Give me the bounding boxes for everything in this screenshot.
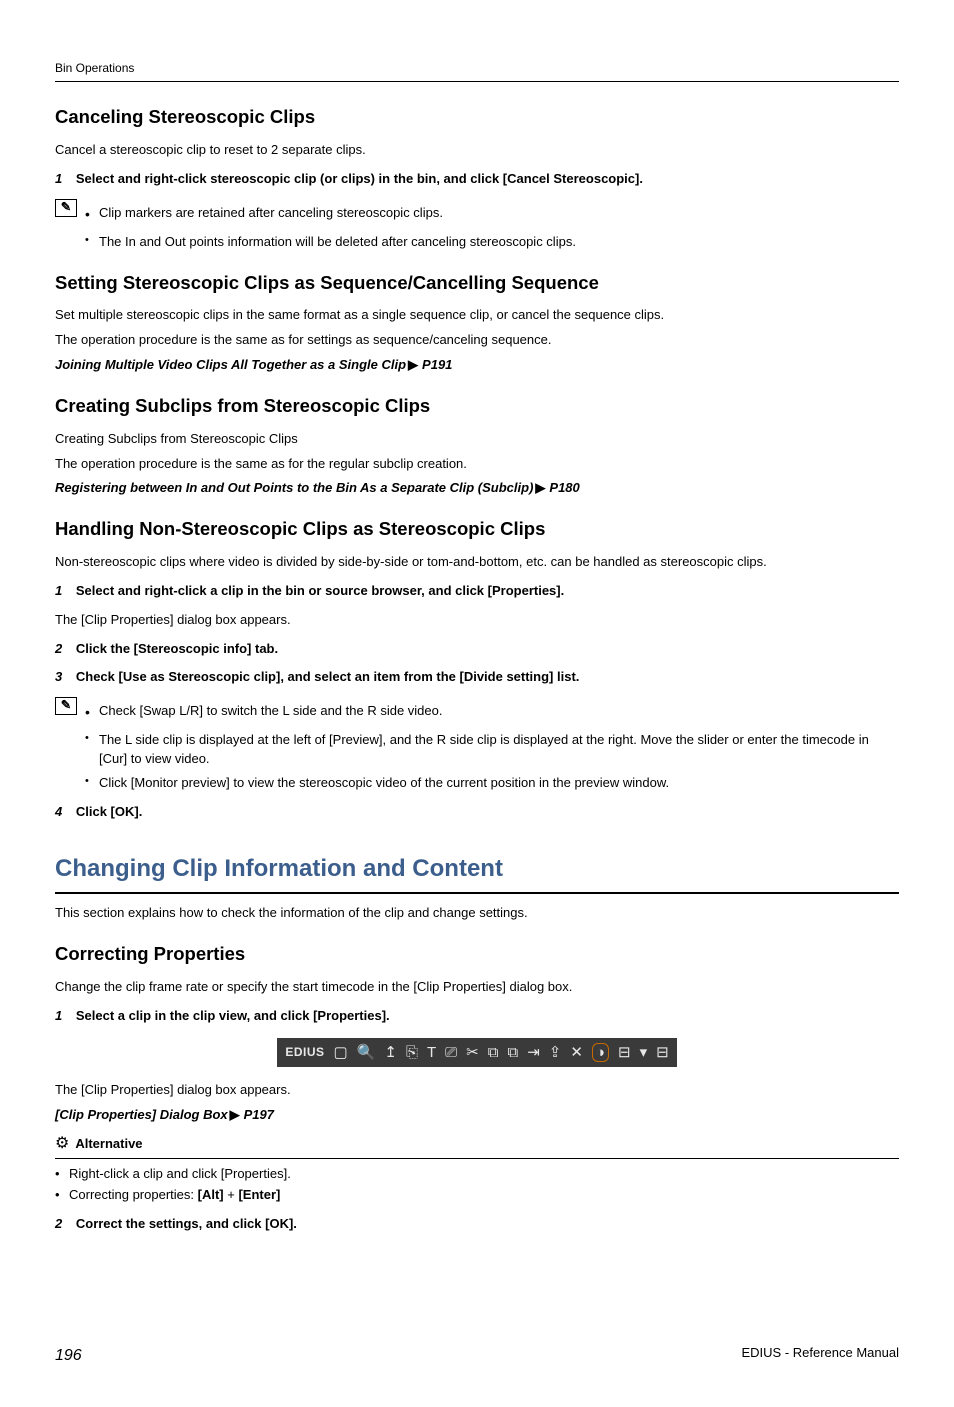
cross-reference[interactable]: [Clip Properties] Dialog Box ▶ P197 <box>55 1106 899 1125</box>
gear-icon: ⚙ <box>55 1132 69 1155</box>
toolbar-screenshot: EDIUS ▢ 🔍 ↥ ⎘ T ⎚ ✂ ⧉ ⧉ ⇥ ⇪ ✕ ◑ ⊟ ▾ ⊟ <box>55 1038 899 1067</box>
step-2: 2 Correct the settings, and click [OK]. <box>55 1215 899 1234</box>
note-list: Clip markers are retained after cancelin… <box>85 199 899 228</box>
note-icon: ✎ <box>55 697 77 715</box>
note-icon: ✎ <box>55 199 77 217</box>
triangle-icon: ▶ <box>535 479 545 498</box>
capture-icon[interactable]: ⎚ <box>445 1045 457 1060</box>
alternative-list: Right-click a clip and click [Properties… <box>55 1165 899 1206</box>
step-number: 1 <box>55 583 72 598</box>
step-text: Select and right-click stereoscopic clip… <box>76 171 643 186</box>
plus: + <box>224 1187 239 1202</box>
step-3: 3 Check [Use as Stereoscopic clip], and … <box>55 668 899 687</box>
step-number: 1 <box>55 1008 72 1023</box>
note-sublist: The L side clip is displayed at the left… <box>85 731 899 793</box>
step-number: 2 <box>55 1216 72 1231</box>
settings-icon[interactable]: ⊟ <box>656 1045 669 1060</box>
step-text: Select a clip in the clip view, and clic… <box>76 1008 390 1023</box>
paragraph: This section explains how to check the i… <box>55 904 899 923</box>
page-footer: 196 EDIUS - Reference Manual <box>55 1344 899 1367</box>
step-text: Check [Use as Stereoscopic clip], and se… <box>76 669 580 684</box>
step-text: Click the [Stereoscopic info] tab. <box>76 641 278 656</box>
note-sublist: The In and Out points information will b… <box>85 233 899 252</box>
alternative-item: Right-click a clip and click [Properties… <box>55 1165 899 1184</box>
step-number: 4 <box>55 804 72 819</box>
export-icon[interactable]: ⇥ <box>527 1045 540 1060</box>
new-icon[interactable]: ⎘ <box>406 1045 418 1060</box>
paragraph: Non-stereoscopic clips where video is di… <box>55 553 899 572</box>
running-header: Bin Operations <box>55 60 899 82</box>
kbd-enter: [Enter] <box>238 1187 280 1202</box>
step-text: Click [OK]. <box>76 804 142 819</box>
delete-icon[interactable]: ✕ <box>570 1045 583 1060</box>
heading-correcting-properties: Correcting Properties <box>55 941 899 968</box>
xref-text: [Clip Properties] Dialog Box <box>55 1106 228 1125</box>
doc-title: EDIUS - Reference Manual <box>741 1344 899 1367</box>
note-item: The L side clip is displayed at the left… <box>85 731 899 769</box>
step-text: Correct the settings, and click [OK]. <box>76 1216 297 1231</box>
xref-page: P197 <box>244 1106 274 1125</box>
paragraph: Creating Subclips from Stereoscopic Clip… <box>55 430 899 449</box>
triangle-icon: ▶ <box>408 356 418 375</box>
paste-icon[interactable]: ⧉ <box>507 1045 518 1060</box>
paragraph: The [Clip Properties] dialog box appears… <box>55 611 899 630</box>
step-4: 4 Click [OK]. <box>55 803 899 822</box>
alternative-item: Correcting properties: [Alt] + [Enter] <box>55 1186 899 1205</box>
xref-page: P180 <box>549 479 579 498</box>
page-number: 196 <box>55 1344 82 1367</box>
view-icon[interactable]: ⊟ <box>618 1045 631 1060</box>
properties-icon[interactable]: ◑ <box>592 1043 609 1062</box>
alternative-label: Alternative <box>75 1135 142 1154</box>
folder-icon[interactable]: ▢ <box>334 1045 348 1060</box>
note-block: ✎ Check [Swap L/R] to switch the L side … <box>55 697 899 726</box>
edius-toolbar: EDIUS ▢ 🔍 ↥ ⎘ T ⎚ ✂ ⧉ ⧉ ⇥ ⇪ ✕ ◑ ⊟ ▾ ⊟ <box>277 1038 676 1067</box>
note-item: Clip markers are retained after cancelin… <box>85 204 899 223</box>
import-icon[interactable]: ⇪ <box>549 1045 562 1060</box>
heading-creating-subclips: Creating Subclips from Stereoscopic Clip… <box>55 393 899 420</box>
paragraph: The operation procedure is the same as f… <box>55 455 899 474</box>
step-number: 3 <box>55 669 72 684</box>
heading-changing-clip-info: Changing Clip Information and Content <box>55 852 899 895</box>
up-icon[interactable]: ↥ <box>384 1045 397 1060</box>
kbd-alt: [Alt] <box>198 1187 224 1202</box>
paragraph: The [Clip Properties] dialog box appears… <box>55 1081 899 1100</box>
toolbar-label: EDIUS <box>285 1046 324 1058</box>
xref-text: Registering between In and Out Points to… <box>55 479 533 498</box>
xref-text: Joining Multiple Video Clips All Togethe… <box>55 356 406 375</box>
cross-reference[interactable]: Joining Multiple Video Clips All Togethe… <box>55 356 899 375</box>
paragraph: Set multiple stereoscopic clips in the s… <box>55 306 899 325</box>
step-number: 1 <box>55 171 72 186</box>
xref-page: P191 <box>422 356 452 375</box>
copy-icon[interactable]: ⧉ <box>488 1045 499 1060</box>
heading-canceling-stereoscopic: Canceling Stereoscopic Clips <box>55 104 899 131</box>
note-list: Check [Swap L/R] to switch the L side an… <box>85 697 899 726</box>
heading-setting-sequence: Setting Stereoscopic Clips as Sequence/C… <box>55 270 899 297</box>
step-2: 2 Click the [Stereoscopic info] tab. <box>55 640 899 659</box>
dropdown-icon[interactable]: ▾ <box>640 1045 648 1060</box>
paragraph: Change the clip frame rate or specify th… <box>55 978 899 997</box>
search-icon[interactable]: 🔍 <box>357 1045 376 1060</box>
cut-icon[interactable]: ✂ <box>466 1045 479 1060</box>
note-item: The In and Out points information will b… <box>85 233 899 252</box>
cross-reference[interactable]: Registering between In and Out Points to… <box>55 479 899 498</box>
alt-prefix: Correcting properties: <box>69 1187 198 1202</box>
note-item: Click [Monitor preview] to view the ster… <box>85 774 899 793</box>
step-1: 1 Select and right-click stereoscopic cl… <box>55 170 899 189</box>
step-number: 2 <box>55 641 72 656</box>
step-text: Select and right-click a clip in the bin… <box>76 583 564 598</box>
paragraph: The operation procedure is the same as f… <box>55 331 899 350</box>
triangle-icon: ▶ <box>230 1106 240 1125</box>
step-1: 1 Select a clip in the clip view, and cl… <box>55 1007 899 1026</box>
heading-handling-nonstereo: Handling Non-Stereoscopic Clips as Stere… <box>55 516 899 543</box>
note-block: ✎ Clip markers are retained after cancel… <box>55 199 899 228</box>
alternative-heading: ⚙ Alternative <box>55 1132 899 1158</box>
title-icon[interactable]: T <box>427 1045 436 1060</box>
step-1: 1 Select and right-click a clip in the b… <box>55 582 899 601</box>
note-item: Check [Swap L/R] to switch the L side an… <box>85 702 899 721</box>
paragraph: Cancel a stereoscopic clip to reset to 2… <box>55 141 899 160</box>
